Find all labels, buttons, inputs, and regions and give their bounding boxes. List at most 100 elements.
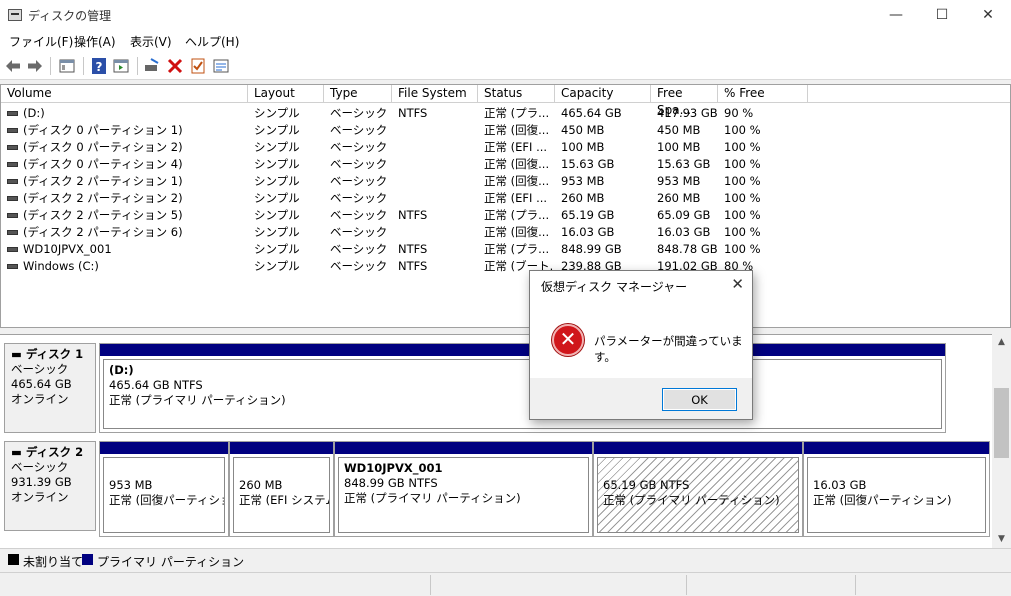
volume-cell-free: 953 MB — [657, 174, 701, 188]
volume-drive-icon — [7, 179, 18, 184]
connect-icon[interactable] — [143, 57, 161, 75]
partition-info: 260 MB 正常 (EFI システム — [233, 457, 330, 533]
checklist-icon[interactable] — [189, 57, 207, 75]
scroll-up-icon[interactable]: ▲ — [992, 334, 1011, 351]
partition-disk2-6[interactable]: 16.03 GB 正常 (回復パーティション) — [803, 441, 990, 537]
disk-1-label[interactable]: ▬ ディスク 1 ベーシック 465.64 GB オンライン — [4, 343, 96, 433]
volume-cell-layout: シンプル — [254, 123, 300, 137]
volume-cell-layout: シンプル — [254, 259, 300, 273]
partition-disk2-1[interactable]: 953 MB 正常 (回復パーティション — [99, 441, 229, 537]
volume-cell-volume[interactable]: (ディスク 0 パーティション 1) — [23, 122, 183, 139]
console-icon[interactable] — [112, 57, 130, 75]
toolbar: ? — [0, 52, 1011, 80]
volume-cell-capacity: 15.63 GB — [561, 157, 615, 171]
partition-info: 65.19 GB NTFS 正常 (プライマリ パーティション) — [597, 457, 799, 533]
column-header-volume[interactable]: Volume — [1, 85, 248, 103]
svg-text:?: ? — [96, 60, 103, 74]
volume-cell-status: 正常 (EFI ... — [484, 140, 548, 154]
partition-detail: 16.03 GB — [813, 478, 867, 492]
partition-disk1-d[interactable]: (D:) 465.64 GB NTFS 正常 (プライマリ パーティション) — [99, 343, 946, 433]
partition-disk2-wd10jpvx[interactable]: WD10JPVX_001 848.99 GB NTFS 正常 (プライマリ パー… — [334, 441, 593, 537]
volume-cell-type: ベーシック — [330, 242, 388, 256]
menu-help[interactable]: ヘルプ(H) — [185, 33, 239, 50]
volume-drive-icon — [7, 247, 18, 252]
partition-detail: 260 MB — [239, 478, 283, 492]
column-header-status[interactable]: Status — [478, 85, 555, 103]
volume-cell-volume[interactable]: (ディスク 2 パーティション 2) — [23, 190, 183, 207]
minimize-button[interactable]: — — [873, 0, 919, 30]
partition-disk2-5-selected[interactable]: 65.19 GB NTFS 正常 (プライマリ パーティション) — [593, 441, 803, 537]
partition-status: 正常 (回復パーティション — [109, 493, 224, 507]
primary-partition-bar — [594, 442, 802, 454]
partition-info: 16.03 GB 正常 (回復パーティション) — [807, 457, 986, 533]
volume-cell-capacity: 16.03 GB — [561, 225, 615, 239]
partition-detail: 65.19 GB NTFS — [603, 478, 690, 492]
volume-cell-pct: 100 % — [724, 140, 761, 154]
title-bar: ディスクの管理 — ☐ ✕ — [0, 0, 1011, 30]
menu-action[interactable]: 操作(A) — [74, 33, 116, 50]
volume-cell-fs: NTFS — [398, 208, 428, 222]
volume-cell-volume[interactable]: (D:) — [23, 105, 45, 122]
volume-cell-status: 正常 (回復... — [484, 123, 550, 137]
volume-cell-type: ベーシック — [330, 140, 388, 154]
properties-list-icon[interactable] — [212, 57, 230, 75]
column-header-file-system[interactable]: File System — [392, 85, 478, 103]
properties-icon[interactable] — [58, 57, 76, 75]
scroll-down-icon[interactable]: ▼ — [992, 531, 1011, 548]
toolbar-separator — [50, 57, 51, 75]
volume-cell-volume[interactable]: (ディスク 0 パーティション 2) — [23, 139, 183, 156]
vertical-scrollbar[interactable]: ▲ ▼ — [992, 334, 1011, 548]
back-arrow-icon[interactable] — [4, 57, 22, 75]
disk-name: ▬ ディスク 2 — [11, 445, 84, 459]
volume-cell-volume[interactable]: WD10JPVX_001 — [23, 241, 112, 258]
partition-detail: 465.64 GB NTFS — [109, 378, 203, 392]
dialog-footer: OK — [530, 378, 752, 419]
close-window-button[interactable]: ✕ — [965, 0, 1011, 30]
volume-cell-type: ベーシック — [330, 259, 388, 273]
volume-cell-volume[interactable]: (ディスク 2 パーティション 1) — [23, 173, 183, 190]
delete-icon[interactable] — [166, 57, 184, 75]
column-header-free-space[interactable]: Free Spa... — [651, 85, 718, 117]
partition-disk2-2[interactable]: 260 MB 正常 (EFI システム — [229, 441, 334, 537]
menu-file[interactable]: ファイル(F) — [9, 33, 73, 50]
volume-cell-type: ベーシック — [330, 174, 388, 188]
maximize-button[interactable]: ☐ — [919, 0, 965, 30]
unallocated-swatch — [8, 554, 19, 565]
primary-partition-bar — [100, 344, 945, 356]
volume-cell-pct: 90 % — [724, 106, 754, 120]
volume-list[interactable]: Volume Layout Type File System Status Ca… — [0, 84, 1011, 328]
toolbar-separator — [137, 57, 138, 75]
volume-cell-volume[interactable]: (ディスク 2 パーティション 5) — [23, 207, 183, 224]
scrollbar-thumb[interactable] — [994, 388, 1009, 458]
forward-arrow-icon[interactable] — [26, 57, 44, 75]
dialog-message: パラメーターが間違っています。 — [594, 334, 743, 364]
volume-cell-status: 正常 (回復... — [484, 225, 550, 239]
legend-primary-partition: プライマリ パーティション — [97, 555, 245, 569]
volume-cell-volume[interactable]: (ディスク 2 パーティション 6) — [23, 224, 183, 241]
disk-2-label[interactable]: ▬ ディスク 2 ベーシック 931.39 GB オンライン — [4, 441, 96, 531]
column-header-capacity[interactable]: Capacity — [555, 85, 651, 103]
help-icon[interactable]: ? — [90, 57, 108, 75]
ok-button[interactable]: OK — [662, 388, 737, 411]
volume-cell-volume[interactable]: (ディスク 0 パーティション 4) — [23, 156, 183, 173]
partition-info: 953 MB 正常 (回復パーティション — [103, 457, 225, 533]
column-header-layout[interactable]: Layout — [248, 85, 324, 103]
primary-partition-swatch — [82, 554, 93, 565]
volume-cell-type: ベーシック — [330, 208, 388, 222]
volume-cell-capacity: 260 MB — [561, 191, 605, 205]
volume-cell-layout: シンプル — [254, 242, 300, 256]
volume-cell-volume[interactable]: Windows (C:) — [23, 258, 99, 275]
error-icon: ✕ — [552, 324, 584, 356]
status-bar — [0, 572, 1011, 596]
menu-view[interactable]: 表示(V) — [130, 33, 172, 50]
partition-title: WD10JPVX_001 — [344, 461, 443, 475]
volume-cell-layout: シンプル — [254, 225, 300, 239]
volume-cell-free: 260 MB — [657, 191, 701, 205]
window-title: ディスクの管理 — [28, 9, 112, 23]
legend-unallocated: 未割り当て — [23, 555, 84, 569]
dialog-close-button[interactable]: ✕ — [731, 275, 744, 293]
column-header-percent-free[interactable]: % Free — [718, 85, 808, 103]
status-divider — [686, 575, 687, 595]
column-header-type[interactable]: Type — [324, 85, 392, 103]
primary-partition-bar — [335, 442, 592, 454]
